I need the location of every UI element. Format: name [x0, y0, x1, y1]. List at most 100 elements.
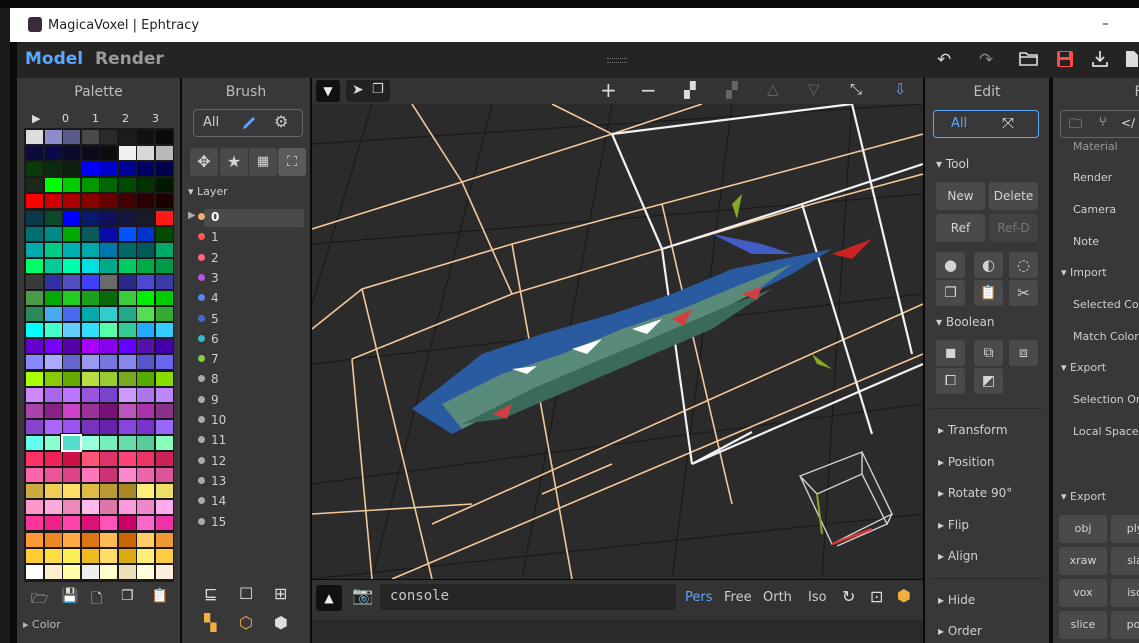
palette-swatch[interactable] [63, 242, 80, 257]
scissors-icon[interactable]: ✂ [1009, 280, 1038, 306]
palette-swatch[interactable] [118, 291, 136, 305]
layer-item[interactable]: 6 [198, 332, 219, 346]
mode-orth[interactable]: Orth [763, 590, 792, 605]
palette-swatch[interactable] [63, 355, 80, 370]
palette-swatch[interactable] [26, 564, 43, 579]
palette-swatch[interactable] [100, 371, 117, 386]
scene-canvas[interactable] [312, 104, 923, 579]
palette-swatch[interactable] [63, 371, 80, 386]
export-format-button[interactable]: obj [1059, 515, 1107, 543]
layer-item[interactable]: 13 [198, 474, 226, 488]
palette-swatch[interactable] [100, 210, 117, 225]
palette-swatch[interactable] [44, 516, 62, 531]
palette-swatch[interactable] [100, 130, 117, 144]
palette-swatch[interactable] [44, 178, 62, 193]
palette-swatch[interactable] [63, 548, 80, 563]
palette-swatch[interactable] [81, 387, 99, 402]
palette-swatch[interactable] [155, 355, 173, 370]
palette-swatch[interactable] [63, 484, 80, 499]
palette-swatch[interactable] [155, 194, 173, 209]
palette-swatch[interactable] [155, 452, 173, 466]
palette-swatch[interactable] [26, 532, 43, 547]
palette-swatch[interactable] [81, 564, 99, 579]
palette-swatch[interactable] [63, 564, 80, 579]
palette-swatch[interactable] [81, 484, 99, 499]
palette-swatch[interactable] [63, 532, 80, 547]
palette-swatch[interactable] [44, 258, 62, 273]
copy-icon[interactable]: ❐ [936, 280, 965, 306]
export-icon[interactable] [1091, 50, 1109, 73]
cube-outline-icon[interactable]: ⬡ [239, 613, 253, 632]
zoom-out-icon[interactable]: − [640, 78, 657, 102]
palette-swatch[interactable] [63, 291, 80, 305]
palette-swatch[interactable] [118, 242, 136, 257]
save-icon[interactable] [1056, 50, 1074, 73]
palette-swatch[interactable] [63, 130, 80, 144]
palette-swatch[interactable] [118, 258, 136, 273]
move-icon[interactable]: ✥ [190, 148, 218, 176]
palette-swatch[interactable] [100, 468, 117, 483]
layer-item[interactable]: 8 [198, 372, 219, 386]
palette-swatch[interactable] [26, 146, 43, 161]
palette-swatch[interactable] [44, 323, 62, 338]
export-format-button[interactable]: slice [1059, 611, 1107, 639]
palette-tab[interactable]: 1 [92, 112, 99, 125]
palette-swatch[interactable] [26, 355, 43, 370]
palette-swatch[interactable] [44, 355, 62, 370]
palette-swatch[interactable] [155, 387, 173, 402]
palette-swatch[interactable] [63, 419, 80, 434]
palette-swatch[interactable] [155, 532, 173, 547]
palette-swatch[interactable] [155, 210, 173, 225]
cursor-icon[interactable]: ➤ [352, 82, 364, 98]
palette-swatch[interactable] [100, 258, 117, 273]
paste-icon[interactable]: 📋 [151, 588, 168, 604]
palette-swatch[interactable] [26, 210, 43, 225]
palette-swatch[interactable] [100, 242, 117, 257]
voxel-icon[interactable]: ▞ [684, 81, 696, 99]
import-section[interactable]: ▾ Import [1061, 266, 1107, 279]
new-file-icon[interactable]: 🗋 [91, 588, 102, 612]
palette-swatch[interactable] [100, 307, 117, 322]
square-icon[interactable]: ☐ [239, 584, 253, 603]
palette-swatch[interactable] [155, 500, 173, 515]
layer-item[interactable]: 15 [198, 515, 226, 529]
layer-item[interactable]: 0 [198, 210, 219, 224]
palette-swatch[interactable] [44, 242, 62, 257]
open-icon[interactable] [1019, 50, 1039, 71]
palette-swatch[interactable] [44, 339, 62, 354]
palette-swatch[interactable] [81, 194, 99, 209]
palette-swatch[interactable] [26, 162, 43, 177]
fit-icon[interactable]: ⛶ [278, 148, 306, 176]
palette-swatch[interactable] [100, 226, 117, 241]
file-item-render[interactable]: Render [1073, 171, 1112, 184]
copy-icon[interactable]: ❐ [121, 588, 134, 604]
palette-swatch[interactable] [26, 468, 43, 483]
subtract-icon[interactable]: ⧈ [1009, 340, 1038, 366]
palette-swatch[interactable] [137, 484, 154, 499]
palette-swatch[interactable] [81, 355, 99, 370]
palette-swatch[interactable] [81, 130, 99, 144]
palette-swatch[interactable] [44, 146, 62, 161]
palette-swatch[interactable] [100, 194, 117, 209]
fill-circle-icon[interactable]: ● [936, 252, 965, 278]
palette-swatch[interactable] [100, 435, 117, 450]
palette-tab[interactable]: ▶ [32, 112, 40, 125]
palette-swatch[interactable] [81, 307, 99, 322]
new-button[interactable]: New [936, 182, 985, 210]
palette-swatch[interactable] [155, 274, 173, 289]
palette-swatch[interactable] [44, 500, 62, 515]
export-local-space[interactable]: Local Space [1073, 425, 1139, 438]
align-section[interactable]: ▸ Align [938, 549, 978, 563]
palette-swatch[interactable] [26, 500, 43, 515]
rotate-camera-icon[interactable]: ↻ [842, 587, 855, 606]
palette-swatch[interactable] [81, 371, 99, 386]
palette-swatch[interactable] [63, 178, 80, 193]
palette-swatch[interactable] [137, 258, 154, 273]
layer-expand-icon[interactable]: ▶ [188, 210, 196, 221]
palette-swatch[interactable] [63, 226, 80, 241]
grid-view-icon[interactable]: ⊞ [274, 584, 287, 603]
palette-swatch[interactable] [81, 532, 99, 547]
palette-swatch[interactable] [155, 258, 173, 273]
layer-item[interactable]: 7 [198, 352, 219, 366]
palette-swatch[interactable] [26, 371, 43, 386]
